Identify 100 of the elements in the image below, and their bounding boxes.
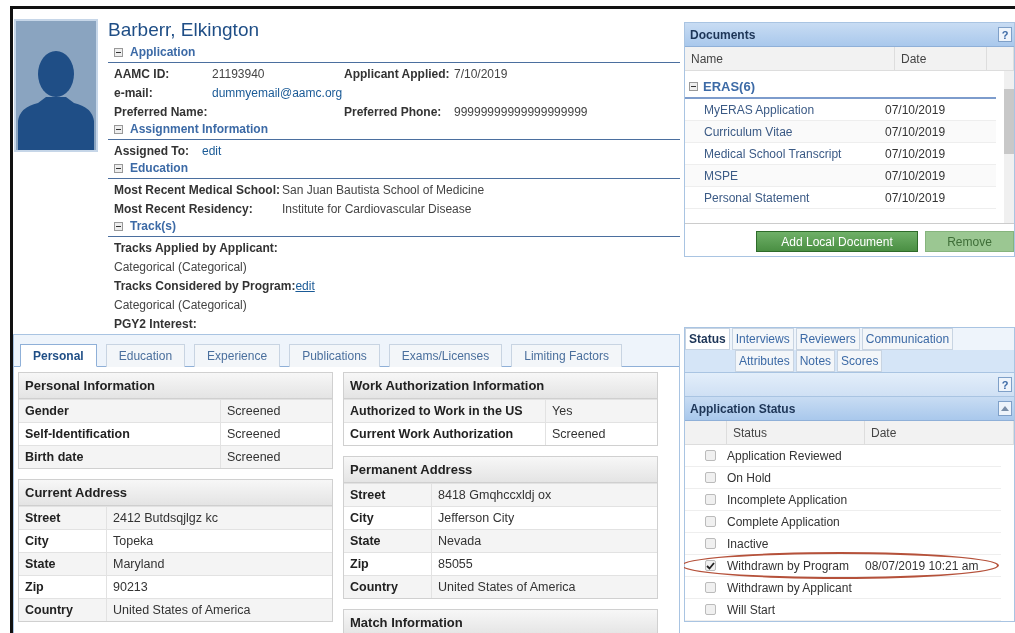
status-label: Withdrawn by Applicant xyxy=(727,580,853,595)
panel-title: Documents xyxy=(690,27,756,42)
applicant-name: Barberr, Elkington xyxy=(108,19,261,41)
table-cell-text: 08/07/2019 10:21 am xyxy=(865,558,980,573)
table-cell-text: Yes xyxy=(551,403,574,420)
collapse-icon[interactable] xyxy=(114,221,123,231)
status-label: Inactive xyxy=(727,536,770,551)
column-header[interactable]: Date xyxy=(895,47,987,70)
status-label: Will Start xyxy=(727,602,776,617)
tab[interactable]: Limiting Factors xyxy=(511,344,622,367)
field-label: PGY2 Interest: xyxy=(114,317,197,331)
table-cell-text: 85055 xyxy=(437,556,474,573)
checkbox[interactable] xyxy=(705,604,716,615)
checkbox[interactable] xyxy=(705,450,716,461)
table-cell-text: Screened xyxy=(226,449,282,466)
tab[interactable]: Education xyxy=(105,344,186,367)
table-cell-text: Screened xyxy=(226,426,282,443)
field-value: Institute for Cardiovascular Disease xyxy=(282,202,473,216)
table-cell-text: Nevada xyxy=(437,533,483,550)
document-link[interactable]: Personal Statement xyxy=(685,190,885,205)
card-title: Match Information xyxy=(344,610,657,633)
column-header[interactable]: Name xyxy=(685,47,895,70)
table-cell-text: United States of America xyxy=(437,579,577,596)
field-label: Applicant Applied: xyxy=(344,67,451,81)
field-label: AAMC ID: xyxy=(114,67,171,81)
status-label: Incomplete Application xyxy=(727,492,849,507)
section-title: Application xyxy=(130,45,196,59)
field-value: 7/10/2019 xyxy=(454,67,509,81)
status-label: Complete Application xyxy=(727,514,841,529)
field-label: Assigned To: xyxy=(114,144,191,158)
field-label: Most Recent Residency: xyxy=(114,202,254,216)
document-link[interactable]: Curriculum Vitae xyxy=(685,124,885,139)
table-cell-text: 07/10/2019 xyxy=(885,168,947,183)
card-title: Work Authorization Information xyxy=(344,373,657,399)
document-link[interactable]: Medical School Transcript xyxy=(685,146,885,161)
tab[interactable]: Attributes xyxy=(735,350,794,372)
checkbox[interactable] xyxy=(705,582,716,593)
field-label: Preferred Name: xyxy=(114,105,209,119)
help-button[interactable]: ? xyxy=(998,27,1012,42)
status-label: Withdrawn by Program xyxy=(727,558,851,573)
panel-title: Application Status xyxy=(690,401,796,416)
checkbox[interactable] xyxy=(705,494,716,505)
collapse-icon[interactable] xyxy=(689,82,698,91)
table-cell-text: 07/10/2019 xyxy=(885,124,947,139)
table-cell-text: 8418 Gmqhccxldj ox xyxy=(437,487,553,504)
section-title: Assignment Information xyxy=(130,122,268,136)
table-cell: Country xyxy=(19,599,107,621)
field-label: Preferred Phone: xyxy=(344,105,443,119)
document-link[interactable]: MyERAS Application xyxy=(685,102,885,117)
tab[interactable]: Communication xyxy=(861,328,954,350)
scrollbar[interactable] xyxy=(1004,71,1014,223)
status-label: Application Reviewed xyxy=(727,448,843,463)
add-document-button[interactable]: Add Local Document xyxy=(756,231,919,252)
link[interactable]: edit xyxy=(295,279,315,293)
table-cell: Current Work Authorization xyxy=(344,423,546,445)
document-link[interactable]: MSPE xyxy=(685,168,885,183)
tab[interactable]: Reviewers xyxy=(795,328,860,350)
tab[interactable]: Publications xyxy=(289,344,380,367)
link[interactable]: dummyemail@aamc.org xyxy=(212,86,344,100)
checkbox[interactable] xyxy=(705,538,716,549)
tab[interactable]: Scores xyxy=(837,350,883,372)
table-cell: Country xyxy=(344,576,432,598)
collapse-icon[interactable] xyxy=(114,124,123,134)
field-label: Most Recent Medical School: xyxy=(114,183,282,197)
table-cell-text: 07/10/2019 xyxy=(885,190,947,205)
checkbox[interactable] xyxy=(705,516,716,527)
table-cell-text: Screened xyxy=(226,403,282,420)
tab[interactable]: Experience xyxy=(194,344,281,367)
collapse-icon[interactable] xyxy=(114,47,123,57)
table-cell-text: 07/10/2019 xyxy=(885,102,947,117)
table-cell-text: 90213 xyxy=(112,579,149,596)
field-value: 21193940 xyxy=(212,67,266,81)
group-title[interactable]: ERAS(6) xyxy=(703,79,755,94)
table-cell-text: 2412 Butdsqjlgz kc xyxy=(112,510,219,527)
card-title: Personal Information xyxy=(19,373,332,399)
tab[interactable]: Exams/Licenses xyxy=(388,344,503,367)
column-header[interactable]: Status xyxy=(727,421,865,444)
checkbox[interactable] xyxy=(705,560,716,571)
table-cell-text: Jefferson City xyxy=(437,510,516,527)
table-cell-text: Screened xyxy=(551,426,607,443)
card-title: Permanent Address xyxy=(344,457,657,483)
link[interactable]: edit xyxy=(202,144,680,158)
checkbox[interactable] xyxy=(705,472,716,483)
section-title: Education xyxy=(130,161,188,175)
help-button[interactable]: ? xyxy=(998,377,1012,392)
tab[interactable]: Notes xyxy=(795,350,836,372)
tab[interactable]: Status xyxy=(685,328,730,350)
column-header[interactable]: Date xyxy=(865,421,1014,444)
field-value: San Juan Bautista School of Medicine xyxy=(282,183,486,197)
tab[interactable]: Personal xyxy=(20,344,97,367)
field-value: Categorical (Categorical) xyxy=(114,298,247,312)
collapse-icon[interactable] xyxy=(114,163,123,173)
tab[interactable]: Interviews xyxy=(731,328,794,350)
table-cell-text: United States of America xyxy=(112,602,252,619)
table-cell: Birth date xyxy=(19,446,221,468)
table-cell-text: Maryland xyxy=(112,556,166,573)
field-label: e-mail: xyxy=(114,86,154,100)
card-title: Current Address xyxy=(19,480,332,506)
status-label: On Hold xyxy=(727,470,773,485)
field-label: Tracks Considered by Program: xyxy=(114,279,296,293)
